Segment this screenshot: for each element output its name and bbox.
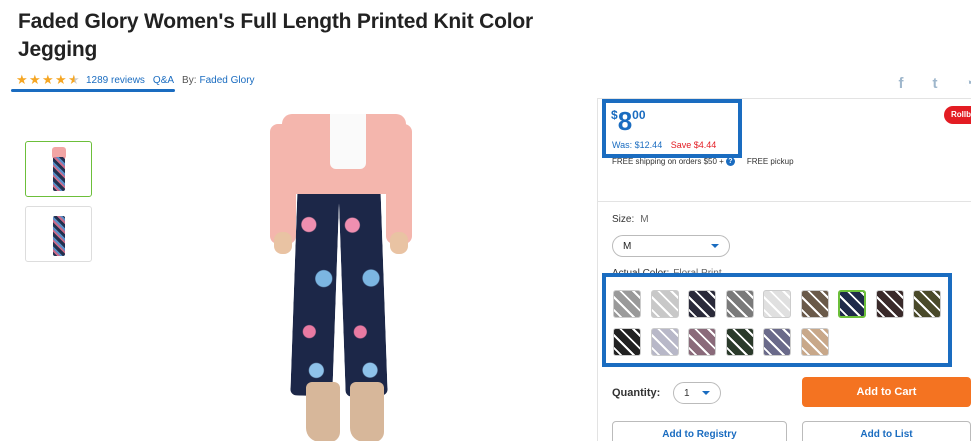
thumbnail-image <box>49 212 69 256</box>
was-price: Was: $12.44 <box>612 140 663 150</box>
size-label: Size: M <box>612 214 649 225</box>
twitter-icon[interactable]: t <box>927 76 943 92</box>
qa-link[interactable]: Q&A <box>153 75 174 86</box>
quantity-label: Quantity: <box>612 387 661 399</box>
facebook-icon[interactable]: f <box>893 76 909 92</box>
price: $800 <box>611 108 646 135</box>
color-swatch[interactable] <box>763 290 791 318</box>
color-swatch[interactable] <box>688 290 716 318</box>
color-swatch[interactable] <box>650 290 679 318</box>
quantity-dropdown[interactable]: 1 <box>673 382 721 404</box>
thumbnail-image <box>49 147 69 191</box>
add-to-registry-button[interactable]: Add to Registry <box>612 421 787 441</box>
was-price-row: Was: $12.44 Save $4.44 <box>612 140 716 150</box>
size-selected: M <box>623 241 632 252</box>
more-icon[interactable]: ◔ <box>961 76 971 92</box>
star-icon: ★ <box>55 72 67 87</box>
product-title: Faded Glory Women's Full Length Printed … <box>18 10 533 61</box>
star-icon: ★ <box>16 72 28 87</box>
size-current: M <box>640 214 649 225</box>
quantity-value: 1 <box>684 388 690 399</box>
pickup-text: FREE pickup <box>746 157 794 166</box>
color-swatch[interactable] <box>800 328 829 356</box>
color-swatch[interactable] <box>800 290 829 318</box>
shipping-text: FREE shipping on orders $50 + <box>612 157 724 166</box>
chevron-down-icon <box>702 391 710 395</box>
info-icon[interactable]: ? <box>725 157 735 166</box>
star-icon: ★ <box>29 72 41 87</box>
half-star-icon: ★ <box>68 72 80 87</box>
size-label-text: Size: <box>612 214 635 225</box>
thumbnail-1[interactable] <box>25 141 92 197</box>
color-swatch[interactable] <box>913 290 941 318</box>
size-dropdown[interactable]: M <box>612 235 730 257</box>
reviews-link[interactable]: 1289 reviews <box>86 75 145 86</box>
price-currency: $ <box>611 108 618 122</box>
highlight-underline <box>11 89 175 92</box>
color-swatch[interactable] <box>725 328 754 356</box>
color-swatch[interactable] <box>725 290 754 318</box>
product-image <box>270 114 420 441</box>
price-cents: 00 <box>632 108 646 122</box>
color-swatch[interactable] <box>613 290 641 318</box>
add-to-cart-button[interactable]: Add to Cart <box>802 377 971 407</box>
rating-row: ★ ★ ★ ★ ★ 1289 reviews Q&A By: Faded Glo… <box>16 72 263 88</box>
rollback-badge: Rollb <box>944 106 971 124</box>
price-dollars: 8 <box>617 106 633 136</box>
share-icons: f t ◔ <box>893 76 971 92</box>
by-label: By: <box>182 74 197 86</box>
color-swatch[interactable] <box>688 328 716 356</box>
star-icon: ★ <box>42 72 54 87</box>
divider <box>597 201 971 202</box>
color-swatch[interactable] <box>763 328 791 356</box>
color-swatch[interactable] <box>613 328 641 356</box>
brand-link[interactable]: Faded Glory <box>200 75 255 86</box>
save-amount: Save $4.44 <box>670 140 717 150</box>
chevron-down-icon <box>711 244 719 248</box>
rating-stars[interactable]: ★ ★ ★ ★ ★ <box>16 72 80 87</box>
shipping-row: FREE shipping on orders $50 + ? FREE pic… <box>612 157 794 166</box>
color-swatch[interactable] <box>875 290 904 318</box>
add-to-list-button[interactable]: Add to List <box>802 421 971 441</box>
color-swatch[interactable] <box>838 290 866 318</box>
thumbnail-2[interactable] <box>25 206 92 262</box>
color-swatch[interactable] <box>650 328 679 356</box>
